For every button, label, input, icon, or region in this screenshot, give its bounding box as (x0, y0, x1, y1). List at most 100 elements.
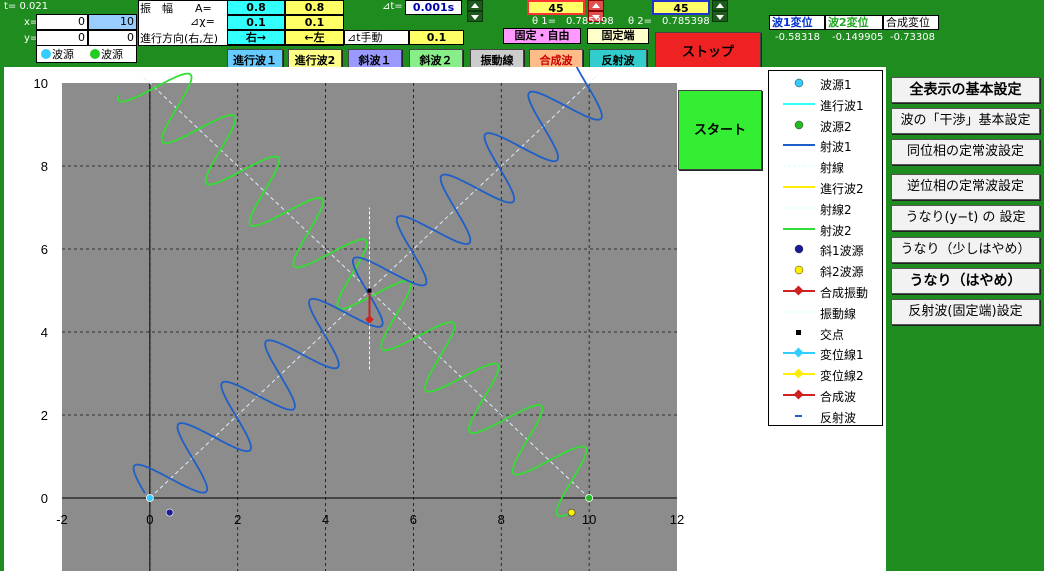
direction-label: 進行方向(右,左) (140, 32, 219, 45)
wave-source-2-point (585, 494, 594, 502)
legend-swatch (779, 179, 819, 198)
disp3-header: 合成変位 (883, 15, 939, 30)
source1-marker-icon (41, 49, 51, 59)
legend-label: 変位線2 (820, 369, 864, 384)
legend-item: 射波1 (769, 135, 884, 155)
theta2-field[interactable]: 45 (652, 0, 710, 15)
legend-label: 斜1波源 (820, 244, 864, 259)
preset-button[interactable]: うなり（はやめ） (891, 268, 1040, 294)
theta2-readout: 0.785398 (662, 16, 710, 27)
legend-label: 進行波2 (820, 182, 864, 196)
legend-label: 進行波1 (820, 98, 864, 113)
dt-label: ⊿t= (382, 1, 403, 12)
y1-field[interactable]: 0 (36, 30, 88, 46)
legend-label: 波源1 (820, 78, 852, 92)
amplitude1-field[interactable]: 0.8 (227, 0, 285, 15)
x-tick-label: 4 (322, 512, 329, 527)
preset-button[interactable]: 波の「干渉」基本設定 (891, 108, 1040, 134)
theta2-up-button[interactable] (712, 0, 728, 11)
direction1-field[interactable]: 右→ (227, 30, 285, 45)
start-button[interactable]: スタート (678, 90, 762, 170)
y2-field[interactable]: 0 (88, 30, 137, 46)
source1-text: 波源 (52, 48, 74, 61)
legend-swatch (779, 345, 819, 364)
chart-legend: 波源1 進行波1 波源2 射波1 射線進行波2 射線2 射波2 斜1波源斜2波源合成振動振動線… (768, 70, 883, 426)
dx-label: ⊿χ= (190, 15, 215, 28)
preset-button[interactable]: 反射波(固定端)設定 (891, 299, 1040, 325)
theta2-down-button[interactable] (712, 11, 728, 22)
disp2-value: -0.149905 (832, 32, 884, 43)
x-tick-label: 8 (498, 512, 505, 527)
x-tick-label: 6 (410, 512, 417, 527)
dx1-field[interactable]: 0.1 (227, 15, 285, 30)
preset-button[interactable]: 全表示の基本設定 (891, 77, 1040, 103)
y-tick-label: 4 (41, 325, 48, 340)
x2-field[interactable]: 10 (88, 14, 137, 30)
legend-label: 射線 (820, 161, 845, 176)
x-tick-label: -2 (56, 512, 68, 527)
oblique-source-2-point (567, 508, 576, 517)
legend-item: 斜2波源 (769, 260, 884, 280)
disp2-header: 波2変位 (825, 15, 883, 30)
x1-field[interactable]: 0 (36, 14, 88, 30)
y-tick-label: 8 (41, 159, 48, 174)
legend-item: 交点 (769, 323, 884, 343)
legend-swatch (779, 366, 819, 385)
direction2-field[interactable]: ←左 (285, 30, 344, 45)
dt-manual-label: ⊿t手動 (344, 30, 409, 45)
legend-item: 進行波2 (769, 177, 884, 197)
preset-button[interactable]: うなり(y−t) の 設定 (891, 205, 1040, 231)
legend-swatch (779, 408, 819, 427)
oblique-source-1-point (165, 508, 174, 517)
legend-item: 波源1 (769, 73, 884, 93)
legend-swatch (779, 283, 819, 302)
source2-text: 波源 (101, 48, 123, 61)
theta1-up-button[interactable] (588, 0, 604, 11)
legend-label: 斜2波源 (820, 265, 864, 280)
legend-swatch (779, 241, 819, 260)
legend-label: 合成振動 (820, 286, 869, 300)
legend-item: 射線 (769, 156, 884, 176)
legend-label: 合成波 (820, 390, 857, 404)
legend-swatch (779, 387, 819, 406)
wave-source-1-point (145, 494, 154, 502)
preset-button[interactable]: うなり（少しはやめ） (891, 237, 1040, 263)
preset-button[interactable]: 同位相の定常波設定 (891, 139, 1040, 165)
legend-item: 振動線 (769, 302, 884, 322)
legend-swatch (779, 75, 819, 94)
legend-swatch (779, 158, 819, 177)
legend-item: 斜1波源 (769, 239, 884, 259)
x-tick-label: 2 (234, 512, 241, 527)
legend-swatch (779, 200, 819, 219)
legend-label: 波源2 (820, 119, 852, 134)
intersection-point (367, 288, 372, 293)
dt-down-button[interactable] (467, 11, 483, 22)
disp1-header: 波1変位 (769, 15, 825, 30)
legend-swatch (779, 262, 819, 281)
theta1-field[interactable]: 45 (527, 0, 585, 15)
legend-label: 振動線 (820, 306, 857, 321)
theta1-label: θ 1= (532, 16, 557, 27)
legend-label: 変位線1 (820, 348, 864, 363)
x-tick-label: 12 (670, 512, 684, 527)
preset-button[interactable]: 逆位相の定常波設定 (891, 174, 1040, 200)
dx2-field[interactable]: 0.1 (285, 15, 344, 30)
x-tick-label: 10 (582, 512, 596, 527)
legend-item: 合成振動 (769, 281, 884, 301)
amplitude2-field[interactable]: 0.8 (285, 0, 344, 15)
dt-manual-field[interactable]: 0.1 (409, 30, 464, 45)
dt-up-button[interactable] (467, 0, 483, 11)
time-readout: t= 0.021 (4, 1, 49, 12)
fixed-free-label: 固定・自由 (503, 28, 581, 44)
legend-swatch (779, 96, 819, 115)
theta1-readout: 0.785398 (566, 16, 614, 27)
legend-label: 射波2 (820, 223, 852, 238)
disp1-value: -0.58318 (775, 32, 820, 43)
source2-marker-icon (90, 49, 100, 59)
dt-field[interactable]: 0.001s (405, 0, 462, 15)
legend-item: 射線2 (769, 198, 884, 218)
amplitude-label: 振 幅 A= (140, 2, 212, 15)
legend-item: 合成波 (769, 385, 884, 405)
theta2-label: θ 2= (628, 16, 653, 27)
legend-item: 反射波 (769, 406, 884, 426)
